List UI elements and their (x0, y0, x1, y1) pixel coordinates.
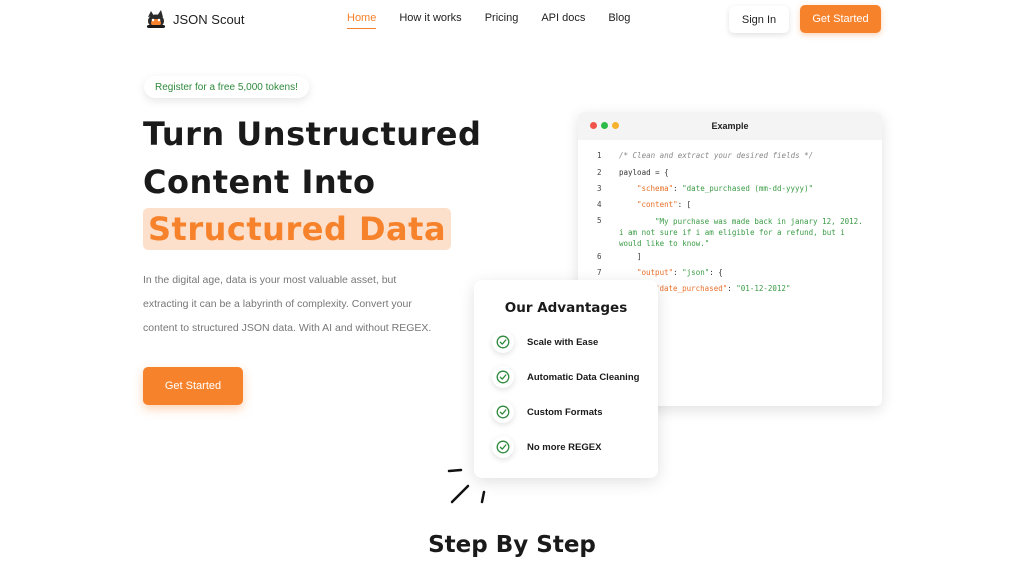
nav-blog[interactable]: Blog (608, 12, 630, 29)
nav-home[interactable]: Home (347, 12, 377, 29)
code-text: "schema": "date_purchased (mm-dd-yyyy)" (637, 184, 814, 193)
header-get-started-button[interactable]: Get Started (800, 5, 881, 33)
check-circle-icon (492, 436, 514, 458)
advantage-item: Scale with Ease (492, 331, 598, 353)
check-circle-icon (492, 331, 514, 353)
advantage-label: No more REGEX (527, 441, 602, 453)
code-punct: : [ (677, 200, 692, 209)
close-dot-icon (590, 122, 597, 129)
code-text: "My purchase was made back in janary 12,… (619, 216, 871, 249)
advantages-title: Our Advantages (504, 300, 628, 316)
code-text: "content": [ (637, 200, 882, 209)
advantage-item: Automatic Data Cleaning (492, 366, 639, 388)
advantage-label: Custom Formats (527, 406, 603, 418)
hero-title-line-1: Turn Unstructured (143, 115, 482, 153)
json-key: "schema" (637, 184, 674, 193)
window-controls (590, 122, 619, 129)
check-circle-icon (492, 366, 514, 388)
code-text: "output": "json": { (637, 268, 723, 277)
code-punct: : { (709, 268, 723, 277)
json-key: "output" (637, 268, 674, 277)
json-value: "json" (682, 268, 710, 277)
sign-in-button[interactable]: Sign In (729, 6, 789, 33)
promo-badge[interactable]: Register for a free 5,000 tokens! (144, 76, 309, 98)
json-key: "date_purchased" (655, 284, 728, 293)
advantage-item: No more REGEX (492, 436, 601, 458)
line-number: 2 (597, 168, 602, 177)
code-text: "date_purchased": "01-12-2012" (655, 284, 791, 293)
line-number: 7 (597, 268, 602, 277)
advantage-label: Scale with Ease (527, 336, 599, 348)
brand-logo[interactable]: JSON Scout (145, 8, 245, 30)
json-value: "01-12-2012" (736, 284, 791, 293)
main-nav: Home How it works Pricing API docs Blog (347, 12, 653, 29)
json-value: "date_purchased (mm-dd-yyyy)" (682, 184, 814, 193)
code-text: /* Clean and extract your desired fields… (619, 151, 814, 160)
code-example-header: Example (578, 112, 882, 140)
advantage-item: Custom Formats (492, 401, 602, 423)
code-text: payload = { (619, 168, 669, 177)
dog-logo-icon (145, 8, 167, 30)
check-circle-icon (492, 401, 514, 423)
hero-description: In the digital age, data is your most va… (143, 274, 432, 334)
json-string: "My purchase was made back in janary 12,… (619, 217, 863, 248)
code-text: ] (637, 252, 642, 261)
minimize-dot-icon (612, 122, 619, 129)
section-title: Step By Step (428, 532, 596, 558)
hero-title-highlight: Structured Data (143, 208, 452, 250)
line-number: 1 (597, 151, 602, 160)
advantages-card: Our Advantages Scale with Ease Automatic… (474, 280, 658, 478)
code-example-title: Example (711, 121, 749, 131)
maximize-dot-icon (601, 122, 608, 129)
hero-get-started-button[interactable]: Get Started (143, 367, 243, 405)
line-number: 5 (597, 216, 602, 225)
nav-pricing[interactable]: Pricing (485, 12, 519, 29)
nav-api-docs[interactable]: API docs (541, 12, 585, 29)
line-number: 3 (597, 184, 602, 193)
json-key: "content" (637, 200, 678, 209)
advantage-label: Automatic Data Cleaning (527, 371, 640, 383)
nav-how-it-works[interactable]: How it works (399, 12, 461, 29)
sparkle-strokes-icon (447, 468, 486, 504)
line-number: 4 (597, 200, 602, 209)
hero-title-line-2: Content Into (143, 163, 376, 201)
brand-name: JSON Scout (173, 11, 245, 27)
line-number: 6 (597, 252, 602, 261)
